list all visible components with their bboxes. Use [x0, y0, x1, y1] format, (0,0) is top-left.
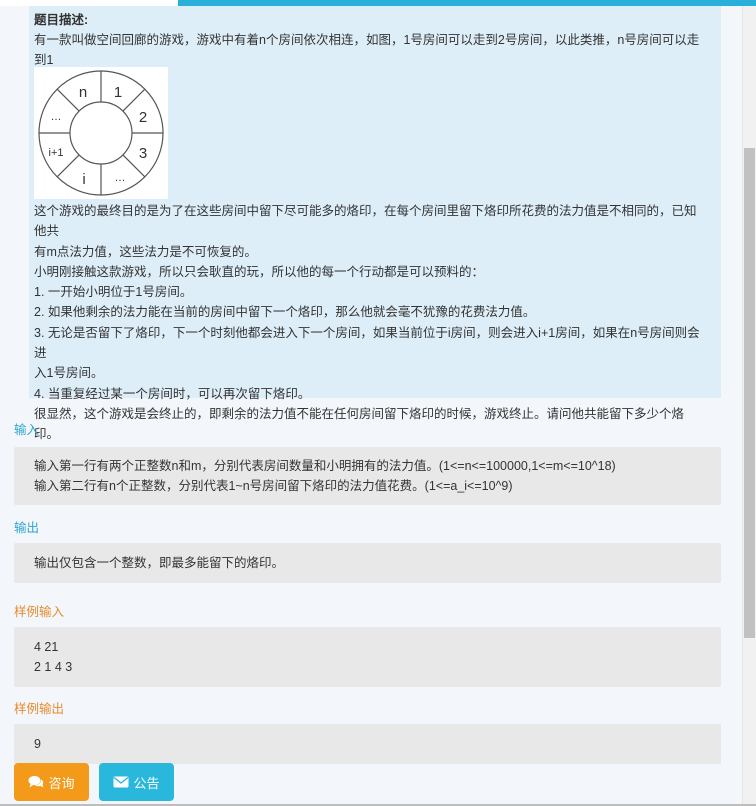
body-line: 2. 如果他剩余的法力能在当前的房间中留下一个烙印，那么他就会毫不犹豫的花费法力…: [34, 305, 536, 320]
input-section-box: 输入第一行有两个正整数n和m，分别代表房间数量和小明拥有的法力值。(1<=n<=…: [14, 447, 721, 505]
body-line: 4. 当重复经过某一个房间时，可以再次留下烙印。: [34, 386, 311, 401]
intro-line: 有一款叫做空间回廊的游戏，游戏中有着n个房间依次相连，如图，1号房间可以走到2号…: [34, 33, 700, 67]
consult-button-label: 咨询: [48, 775, 75, 791]
sample-input-line: 2 1 4 3: [34, 660, 73, 674]
room-label-1: 1: [114, 84, 122, 101]
scrollbar-thumb[interactable]: [744, 148, 755, 638]
sample-output-line: 9: [34, 737, 41, 751]
room-label-n: n: [79, 84, 87, 101]
body-line: 有m点法力值，这些法力是不可恢复的。: [34, 244, 257, 259]
body-line: 1. 一开始小明位于1号房间。: [34, 285, 193, 300]
envelope-icon: [113, 776, 129, 788]
body-line: 很显然，这个游戏是会终止的，即剩余的法力值不能在任何房间留下烙印的时候，游戏终止…: [34, 406, 685, 442]
notice-button-label: 公告: [133, 775, 160, 791]
sample-input-line: 4 21: [34, 640, 59, 654]
description-title: 题目描述:: [34, 13, 89, 27]
consult-button[interactable]: 咨询: [14, 763, 89, 801]
room-ring-diagram: n 1 2 3 … i i+1 …: [38, 70, 164, 196]
output-section-title: 输出: [14, 521, 40, 535]
output-line: 输出仅包含一个整数，即最多能留下的烙印。: [34, 556, 285, 570]
output-section-box: 输出仅包含一个整数，即最多能留下的烙印。: [14, 543, 721, 583]
ring-divider: [56, 88, 80, 112]
inner-ring: [69, 101, 133, 165]
comments-icon: [28, 775, 44, 788]
room-label-3: 3: [139, 145, 147, 162]
body-line: 这个游戏的最终目的是为了在这些房间中留下尽可能多的烙印，在每个房间里留下烙印所花…: [34, 204, 697, 239]
sample-input-title: 样例输入: [14, 605, 65, 619]
room-label-ellipsis-top: …: [51, 111, 62, 123]
problem-description-box: 题目描述: 有一款叫做空间回廊的游戏，游戏中有着n个房间依次相连，如图，1号房间…: [29, 6, 721, 441]
room-label-ellipsis-bottom: …: [115, 172, 126, 184]
sample-output-box: 9: [14, 724, 721, 764]
body-line: 小明刚接触这款游戏，所以只会耿直的玩，所以他的每一个行动都是可以预料的：: [34, 264, 485, 279]
room-label-i: i: [82, 171, 85, 188]
sample-input-box: 4 21 2 1 4 3: [14, 627, 721, 687]
body-line: 3. 无论是否留下了烙印，下一个时刻他都会进入下一个房间，如果当前位于i房间，则…: [34, 325, 700, 361]
room-label-2: 2: [139, 109, 147, 126]
description-body: 这个游戏的最终目的是为了在这些房间中留下尽可能多的烙印，在每个房间里留下烙印所花…: [34, 201, 704, 445]
vertical-scrollbar[interactable]: [742, 6, 756, 806]
notice-button[interactable]: 公告: [99, 763, 174, 801]
ring-divider: [122, 88, 146, 112]
input-line: 输入第二行有n个正整数，分别代表1~n号房间留下烙印的法力值花费。(1<=a_i…: [34, 479, 513, 493]
input-section-title: 输入: [14, 423, 40, 437]
input-line: 输入第一行有两个正整数n和m，分别代表房间数量和小明拥有的法力值。(1<=n<=…: [34, 459, 616, 473]
body-line: 入1号房间。: [34, 366, 104, 381]
room-label-i-plus-1: i+1: [49, 147, 64, 159]
sample-output-title: 样例输出: [14, 702, 65, 716]
room-ring-figure: n 1 2 3 … i i+1 …: [34, 67, 168, 199]
